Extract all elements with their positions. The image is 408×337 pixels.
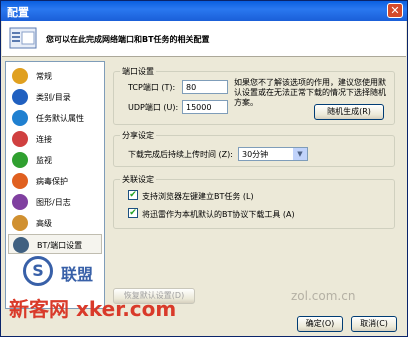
sidebar-item-category[interactable]: 类别/目录 [8,87,102,107]
tcp-port-label: TCP端口 (T): [128,83,176,92]
port-settings-title: 端口设置 [120,66,156,77]
tcp-port-input[interactable] [182,80,228,94]
settings-panel-icon [9,27,37,49]
close-button[interactable]: ✕ [387,3,403,18]
cancel-button[interactable]: 取消(C) [351,316,397,332]
shield-icon [12,173,28,189]
task-icon [12,110,28,126]
browser-left-click-label: 支持浏览器左键建立BT任务 (L) [142,192,254,201]
sidebar-item-graph-log[interactable]: 图形/日志 [8,192,102,212]
port-settings-group: 端口设置 TCP端口 (T): UDP端口 (U): 如果您不了解该选项的作用，… [113,66,395,125]
general-icon [12,68,28,84]
advanced-icon [12,215,28,231]
site-logo: S [23,256,53,286]
monitor-icon [12,152,28,168]
sidebar-item-label: 图形/日志 [36,198,71,207]
sidebar-item-label: 高级 [36,219,52,228]
default-bt-tool-label: 将迅雷作为本机默认的BT协议下载工具 (A) [142,210,295,219]
association-settings-title: 关联设定 [120,174,156,185]
browser-left-click-checkbox[interactable]: ✔ [128,190,138,200]
header-description: 您可以在此完成网络端口和BT任务的相关配置 [46,35,210,44]
sidebar-item-label: 类别/目录 [36,93,71,102]
title-bar[interactable]: 配置 ✕ [1,1,407,21]
sidebar-item-label: 常规 [36,72,52,81]
ok-button[interactable]: 确定(O) [297,316,343,332]
share-settings-group: 分享设定 下载完成后持续上传时间 (Z): 30分钟 ▼ [113,130,395,167]
sidebar-item-general[interactable]: 常规 [8,66,102,86]
restore-defaults-button[interactable]: 恢复默认设置(D) [113,288,195,304]
sidebar-item-label: 监视 [36,156,52,165]
sidebar-item-bt-port[interactable]: BT/端口设置 [8,234,102,254]
udp-port-input[interactable] [182,100,228,114]
sidebar-item-connection[interactable]: 连接 [8,129,102,149]
window-title: 配置 [7,6,29,19]
zol-watermark: zol.com.cn [291,289,356,303]
upload-duration-select[interactable]: 30分钟 ▼ [238,147,308,161]
sidebar-item-label: 任务默认属性 [36,114,84,123]
udp-port-label: UDP端口 (U): [128,103,179,112]
config-window: 配置 ✕ 您可以在此完成网络端口和BT任务的相关配置 常规 类别/目录 任务默认… [0,0,408,337]
chevron-down-icon[interactable]: ▼ [293,148,307,160]
share-settings-title: 分享设定 [120,130,156,141]
site-logo-text: 联盟 [61,265,94,284]
random-generate-button[interactable]: 随机生成(R) [314,104,384,120]
upload-duration-value: 30分钟 [242,150,269,159]
sidebar-item-virus-protection[interactable]: 病毒保护 [8,171,102,191]
connection-icon [12,131,28,147]
default-bt-tool-checkbox[interactable]: ✔ [128,208,138,218]
sidebar-item-label: 连接 [36,135,52,144]
sidebar-item-task-defaults[interactable]: 任务默认属性 [8,108,102,128]
association-settings-group: 关联设定 ✔ 支持浏览器左键建立BT任务 (L) ✔ 将迅雷作为本机默认的BT协… [113,174,395,229]
graph-icon [12,194,28,210]
sidebar-item-monitor[interactable]: 监视 [8,150,102,170]
sidebar-item-label: 病毒保护 [36,177,68,186]
folder-icon [12,89,28,105]
sidebar-item-label: BT/端口设置 [37,241,83,250]
upload-duration-label: 下载完成后持续上传时间 (Z): [128,150,233,159]
header-banner: 您可以在此完成网络端口和BT任务的相关配置 [2,21,406,57]
sidebar-item-advanced[interactable]: 高级 [8,213,102,233]
bt-port-icon [13,237,29,253]
